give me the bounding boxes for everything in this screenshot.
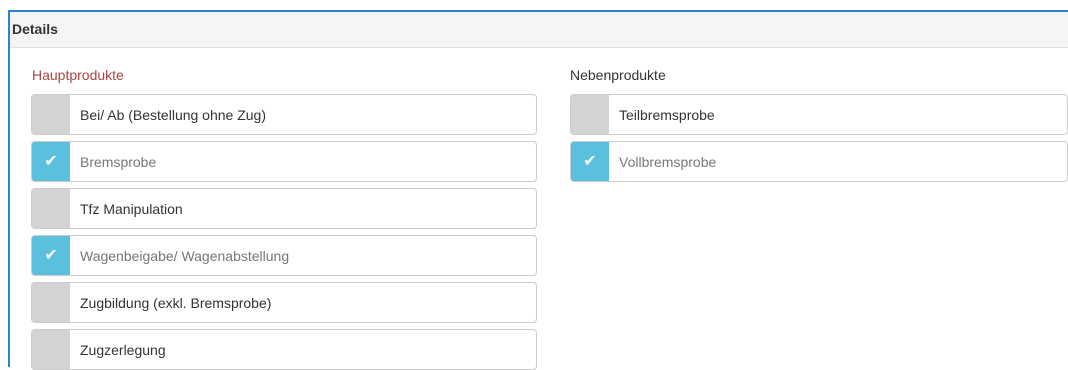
option-label: Tfz Manipulation	[80, 201, 183, 217]
option-zugbildung[interactable]: Zugbildung (exkl. Bremsprobe)	[31, 282, 537, 323]
checkmark-icon[interactable]: ✔	[32, 142, 70, 181]
checkbox-icon[interactable]	[32, 189, 70, 228]
checkbox-icon[interactable]	[32, 330, 70, 369]
option-label: Vollbremsprobe	[619, 154, 717, 170]
option-label: Wagenbeigabe/ Wagenabstellung	[80, 248, 290, 264]
checkmark-icon[interactable]: ✔	[32, 236, 70, 275]
checkmark-icon[interactable]: ✔	[571, 142, 609, 181]
option-label: Bei/ Ab (Bestellung ohne Zug)	[80, 107, 267, 123]
checkbox-icon[interactable]	[571, 95, 609, 134]
option-label: Bremsprobe	[80, 154, 157, 170]
option-vollbremsprobe[interactable]: ✔ Vollbremsprobe	[570, 141, 1068, 182]
nebenprodukte-title: Nebenprodukte	[570, 67, 666, 83]
option-zugzerlegung[interactable]: Zugzerlegung	[31, 329, 537, 370]
option-label: Zugzerlegung	[80, 342, 166, 358]
option-tfz-manipulation[interactable]: Tfz Manipulation	[31, 188, 537, 229]
option-bei-ab[interactable]: Bei/ Ab (Bestellung ohne Zug)	[31, 94, 537, 135]
option-label: Teilbremsprobe	[619, 107, 715, 123]
hauptprodukte-title: Hauptprodukte	[32, 67, 124, 83]
checkbox-icon[interactable]	[32, 95, 70, 134]
option-teilbremsprobe[interactable]: Teilbremsprobe	[570, 94, 1068, 135]
option-wagenbeigabe[interactable]: ✔ Wagenbeigabe/ Wagenabstellung	[31, 235, 537, 276]
checkbox-icon[interactable]	[32, 283, 70, 322]
option-label: Zugbildung (exkl. Bremsprobe)	[80, 295, 272, 311]
panel-title: Details	[10, 12, 1068, 48]
option-bremsprobe[interactable]: ✔ Bremsprobe	[31, 141, 537, 182]
